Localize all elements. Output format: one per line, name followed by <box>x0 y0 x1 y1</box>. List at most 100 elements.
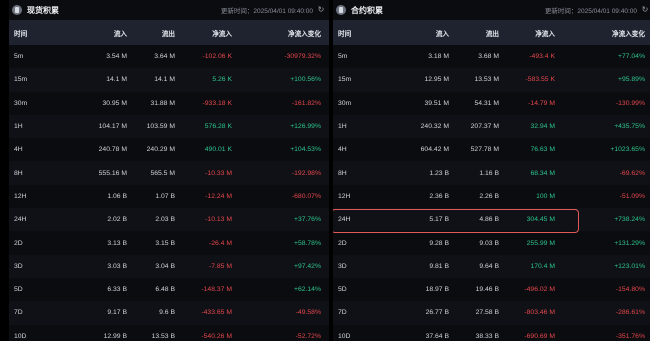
outflow-cell: 103.59 M <box>146 123 175 131</box>
time-cell: 15m <box>14 76 28 84</box>
col-header-net-change[interactable]: 净流入变化 <box>563 20 650 45</box>
table-row[interactable]: 24H 5.17 B 4.86 B 304.45 M +738.24% <box>333 208 650 232</box>
net-inflow-change-cell: -49.58% <box>295 309 321 317</box>
table-row[interactable]: 8H 1.23 B 1.16 B 68.34 M -69.62% <box>333 161 650 185</box>
table-row[interactable]: 30m 30.95 M 31.88 M -933.18 K -161.82% <box>9 92 329 115</box>
table-body: 5m 3.18 M 3.68 M -493.4 K +77.04% 15m 12.95 M1… <box>333 45 650 341</box>
outflow-cell: 3.68 M <box>478 53 499 61</box>
net-inflow-cell: -583.55 K <box>525 76 555 84</box>
net-inflow-cell: -10.13 M <box>205 216 232 224</box>
panel-title: 合约积累 <box>351 5 383 15</box>
table-row[interactable]: 2D 9.28 B 9.03 B 255.99 M +131.29% <box>333 231 650 254</box>
outflow-cell: 31.88 M <box>150 99 175 107</box>
net-inflow-change-cell: +58.78% <box>293 239 321 247</box>
table-row[interactable]: 15m 14.1 M 14.1 M 5.26 K +100.56% <box>9 68 329 92</box>
outflow-cell: 19.46 B <box>475 286 499 294</box>
table-row[interactable]: 1H 240.32 M 207.37 M 32.94 M +435.75% <box>333 114 650 139</box>
inflow-cell: 555.16 M <box>98 169 127 177</box>
table-row[interactable]: 7D 26.77 B 27.58 B -803.46 M -286.61% <box>333 301 650 325</box>
col-header-outflow[interactable]: 流出 <box>457 20 507 45</box>
update-time-label: 更新时间： <box>544 8 578 15</box>
net-inflow-change-cell: -161.82% <box>291 99 321 107</box>
net-inflow-cell: 255.99 M <box>526 239 555 247</box>
col-header-net-change[interactable]: 净流入变化 <box>240 20 329 45</box>
table-row[interactable]: 5D 18.97 B 19.46 B -496.02 M -154.80% <box>333 278 650 301</box>
inflow-cell: 14.1 M <box>106 76 127 84</box>
net-inflow-cell: -12.24 M <box>205 192 232 200</box>
time-cell: 12H <box>14 192 27 200</box>
time-cell: 5m <box>338 53 348 61</box>
table-row[interactable]: 8H 555.16 M 565.5 M -10.33 M -192.98% <box>9 161 329 185</box>
time-cell: 4H <box>338 146 347 154</box>
outflow-cell: 9.03 B <box>479 239 499 247</box>
net-inflow-cell: -933.18 K <box>202 99 232 107</box>
inflow-cell: 12.99 B <box>103 332 127 340</box>
time-cell: 15m <box>338 76 352 84</box>
table-row[interactable]: 3D 9.81 B 9.64 B 170.4 M +123.01% <box>333 254 650 278</box>
inflow-cell: 3.18 M <box>428 53 449 61</box>
table-row[interactable]: 15m 12.95 M 13.53 M -583.55 K +95.89% <box>333 68 650 92</box>
net-inflow-change-cell: +77.04% <box>617 53 645 61</box>
inflow-cell: 6.33 B <box>107 286 127 294</box>
table-row[interactable]: 7D 9.17 B 9.6 B -433.65 M -49.58% <box>9 301 329 325</box>
outflow-cell: 3.64 M <box>154 53 175 61</box>
net-inflow-change-cell: -30979.32% <box>284 53 321 61</box>
time-cell: 24H <box>14 216 27 224</box>
col-header-time[interactable]: 时间 <box>9 20 71 45</box>
col-header-inflow[interactable]: 流入 <box>71 20 135 45</box>
table-row[interactable]: 12H 2.36 B 2.26 B 100 M -51.09% <box>333 185 650 208</box>
inflow-cell: 104.17 M <box>98 123 127 131</box>
table-row[interactable]: 24H 2.02 B 2.03 B -10.13 M +37.76% <box>9 208 329 232</box>
col-header-outflow[interactable]: 流出 <box>135 20 183 45</box>
col-header-net-inflow[interactable]: 净流入 <box>507 20 563 45</box>
time-cell: 30m <box>338 99 352 107</box>
time-cell: 3D <box>14 262 23 270</box>
time-cell: 1H <box>14 123 23 131</box>
outflow-cell: 1.07 B <box>155 192 175 200</box>
refresh-icon[interactable]: ↻ <box>317 6 325 14</box>
inflow-cell: 1.06 B <box>107 192 127 200</box>
time-cell: 8H <box>338 169 347 177</box>
table-row[interactable]: 2D 3.13 B 3.15 B -26.4 M +58.78% <box>9 231 329 254</box>
net-inflow-cell: -493.4 K <box>529 53 555 61</box>
col-header-inflow[interactable]: 流入 <box>397 20 457 45</box>
time-cell: 3D <box>338 262 347 270</box>
outflow-cell: 38.33 B <box>475 332 499 340</box>
inflow-cell: 5.17 B <box>429 216 449 224</box>
outflow-cell: 207.37 M <box>470 123 499 131</box>
inflow-cell: 30.95 M <box>102 99 127 107</box>
inflow-cell: 3.54 M <box>106 53 127 61</box>
table-row[interactable]: 1H 104.17 M 103.59 M 576.28 K +126.99% <box>9 114 329 139</box>
inflow-cell: 240.32 M <box>420 123 449 131</box>
table-row[interactable]: 10D 37.64 B 38.33 B -690.69 M -351.76% <box>333 325 650 341</box>
table-row[interactable]: 12H 1.06 B 1.07 B -12.24 M -680.07% <box>9 185 329 208</box>
net-inflow-change-cell: +62.14% <box>293 286 321 294</box>
table-row[interactable]: 30m 39.51 M 54.31 M -14.79 M -130.99% <box>333 92 650 115</box>
net-inflow-change-cell: -154.80% <box>615 286 645 294</box>
table-row[interactable]: 5D 6.33 B 6.48 B -148.37 M +62.14% <box>9 278 329 301</box>
net-inflow-cell: -690.69 M <box>524 332 555 340</box>
table-row[interactable]: 10D 12.99 B 13.53 B -540.26 M -52.72% <box>9 325 329 341</box>
outflow-cell: 9.6 B <box>159 309 175 317</box>
net-inflow-cell: 170.4 M <box>530 262 555 270</box>
refresh-icon[interactable]: ↻ <box>641 6 649 14</box>
col-header-time[interactable]: 时间 <box>333 20 397 45</box>
screen: 现货积累 更新时间：2025/04/01 09:40:00 ↻ 时间 流入 流出 净流… <box>0 0 650 341</box>
table-row[interactable]: 5m 3.54 M 3.64 M -102.06 K -30979.32% <box>9 45 329 68</box>
table-row[interactable]: 4H 240.78 M 240.29 M 490.01 K +104.53% <box>9 138 329 161</box>
net-inflow-cell: -14.79 M <box>528 99 555 107</box>
coin-logo-icon <box>12 5 22 15</box>
time-cell: 2D <box>14 239 23 247</box>
table-row[interactable]: 5m 3.18 M 3.68 M -493.4 K +77.04% <box>333 45 650 68</box>
net-inflow-cell: -496.02 M <box>524 286 555 294</box>
net-inflow-cell: 576.28 K <box>204 123 232 131</box>
net-inflow-cell: -102.06 K <box>202 53 232 61</box>
table-row[interactable]: 4H 604.42 M 527.78 M 76.63 M +1023.65% <box>333 138 650 161</box>
col-header-net-inflow[interactable]: 净流入 <box>183 20 240 45</box>
time-cell: 5m <box>14 53 24 61</box>
net-inflow-change-cell: +126.99% <box>290 123 321 131</box>
net-inflow-cell: 68.34 M <box>530 169 555 177</box>
inflow-cell: 9.81 B <box>429 262 449 270</box>
inflow-cell: 2.36 B <box>429 192 449 200</box>
table-row[interactable]: 3D 3.03 B 3.04 B -7.85 M +97.42% <box>9 254 329 278</box>
